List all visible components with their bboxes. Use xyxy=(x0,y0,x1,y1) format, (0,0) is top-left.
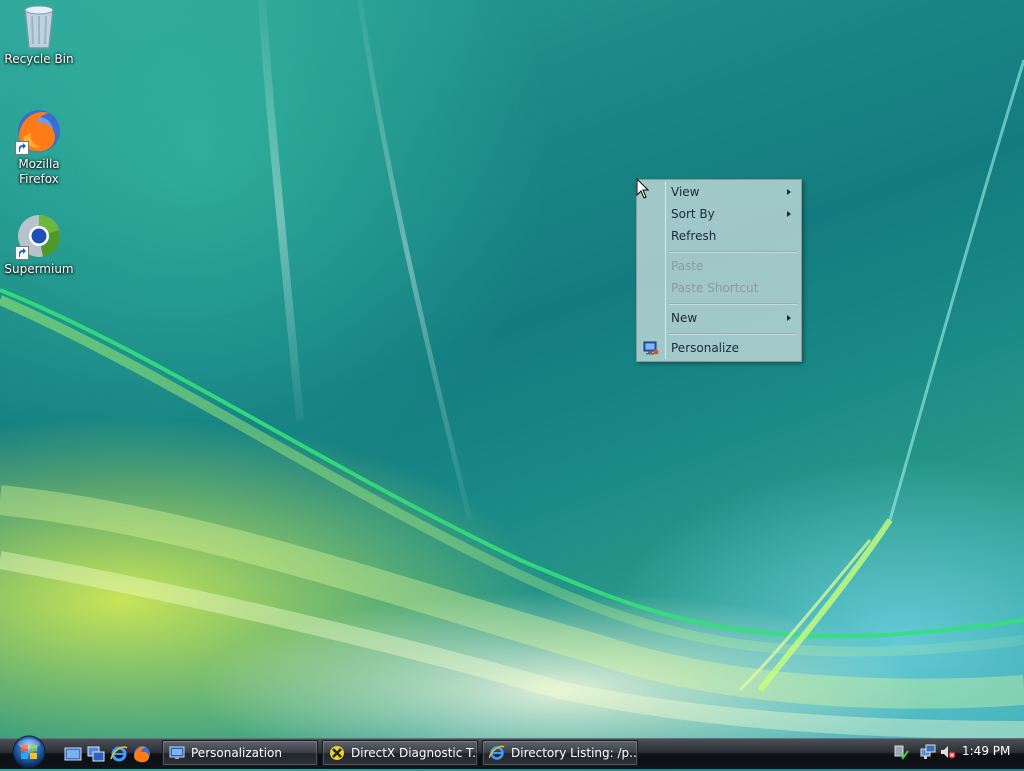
taskbar-button-personalization[interactable]: Personalization xyxy=(162,740,318,766)
desktop-icon-firefox[interactable]: Mozilla Firefox xyxy=(0,107,78,187)
menu-item-paste-shortcut[interactable]: Paste Shortcut xyxy=(639,277,799,299)
taskbar-button-label: Directory Listing: /p... xyxy=(511,746,638,760)
menu-item-view[interactable]: View xyxy=(639,181,799,203)
taskbar-button-directory-listing[interactable]: Directory Listing: /p... xyxy=(482,740,638,766)
taskbar-button-label: DirectX Diagnostic T... xyxy=(351,746,478,760)
wallpaper-streaks xyxy=(0,0,1024,738)
menu-item-label: Paste xyxy=(671,259,704,273)
internet-explorer-icon xyxy=(488,745,505,761)
quick-launch-internet-explorer[interactable] xyxy=(110,745,128,763)
recycle-bin-icon xyxy=(15,2,63,50)
firefox-icon xyxy=(15,107,63,155)
quick-launch-show-desktop[interactable] xyxy=(64,745,82,763)
menu-item-new[interactable]: New xyxy=(639,307,799,329)
taskbar-clock[interactable]: 1:49 PM xyxy=(962,744,1010,758)
personalize-icon xyxy=(643,340,659,356)
desktop-icon-label: Mozilla Firefox xyxy=(18,157,60,186)
personalization-monitor-icon xyxy=(169,745,185,761)
desktop-icon-label: Recycle Bin xyxy=(4,52,74,66)
submenu-arrow-icon xyxy=(787,189,791,195)
taskbar-button-label: Personalization xyxy=(191,746,282,760)
menu-item-label: New xyxy=(671,311,698,325)
quick-launch-firefox[interactable] xyxy=(133,745,151,763)
menu-item-personalize[interactable]: Personalize xyxy=(639,337,799,359)
start-button[interactable] xyxy=(8,734,50,769)
desktop-context-menu: View Sort By Refresh Paste Paste Shortcu… xyxy=(636,179,802,362)
firefox-icon xyxy=(134,746,150,763)
menu-separator xyxy=(669,333,797,335)
submenu-arrow-icon xyxy=(787,315,791,321)
network-icon[interactable] xyxy=(920,744,936,760)
mouse-pointer-icon xyxy=(636,178,650,199)
submenu-arrow-icon xyxy=(787,211,791,217)
menu-item-label: Paste Shortcut xyxy=(671,281,759,295)
menu-item-label: Refresh xyxy=(671,229,717,243)
taskbar-button-directx-diagnostic[interactable]: DirectX Diagnostic T... xyxy=(322,740,478,766)
menu-item-label: Personalize xyxy=(671,341,740,355)
menu-item-paste[interactable]: Paste xyxy=(639,255,799,277)
quick-launch-switch-windows[interactable] xyxy=(87,745,105,763)
directx-icon xyxy=(329,745,345,761)
internet-explorer-icon xyxy=(110,746,128,762)
show-desktop-icon xyxy=(64,747,82,761)
shortcut-arrow-icon xyxy=(15,246,29,260)
menu-item-label: Sort By xyxy=(671,207,715,221)
volume-muted-icon[interactable] xyxy=(940,744,956,760)
safely-remove-hardware-icon[interactable] xyxy=(893,744,909,760)
start-orb-icon xyxy=(12,735,46,769)
desktop-icon-recycle-bin[interactable]: Recycle Bin xyxy=(0,2,78,67)
menu-item-label: View xyxy=(671,185,700,199)
menu-item-refresh[interactable]: Refresh xyxy=(639,225,799,247)
menu-item-sort-by[interactable]: Sort By xyxy=(639,203,799,225)
shortcut-arrow-icon xyxy=(15,141,29,155)
menu-separator xyxy=(669,251,797,253)
desktop-icon-label: Supermium xyxy=(4,262,74,276)
desktop-icon-supermium[interactable]: Supermium xyxy=(0,212,78,277)
supermium-icon xyxy=(15,212,63,260)
menu-separator xyxy=(669,303,797,305)
switch-windows-icon xyxy=(87,746,105,762)
